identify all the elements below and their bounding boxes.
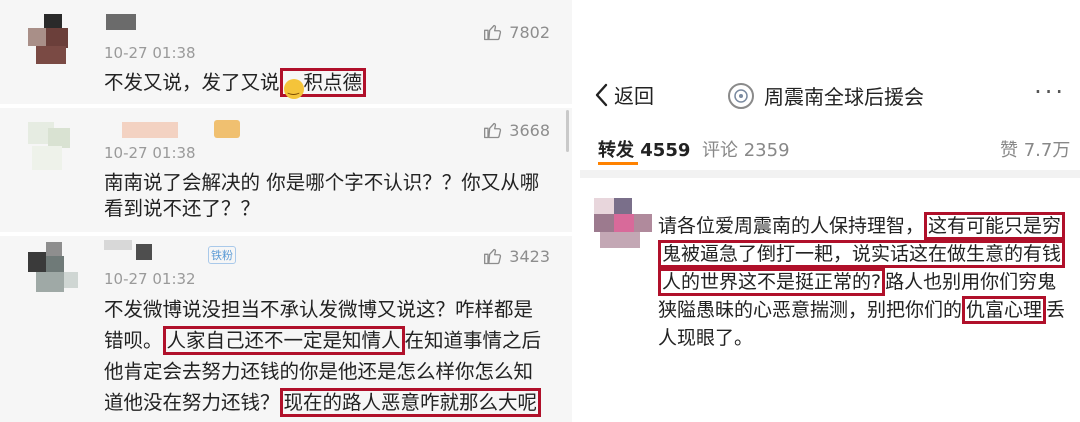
scrollbar[interactable] (566, 110, 569, 152)
active-tab-underline (598, 162, 638, 165)
thumbs-up-icon (484, 24, 502, 41)
divider (580, 170, 1080, 178)
badge-icon (214, 120, 240, 138)
comment-text: 南南说了会解决的 你是哪个字不认识？？你又从哪 看到说不还了？？ (104, 171, 540, 220)
tab-comment[interactable]: 评论 2359 (702, 136, 790, 162)
right-post-panel: 返回 周震南全球后援会 ··· 转发 4559 评论 2359 赞 7.7万 请… (580, 62, 1080, 422)
highlight-box: 现在的路人恶意咋就那么大呢 (279, 388, 542, 417)
like-count: 3668 (509, 120, 550, 140)
thumbs-up-icon (484, 248, 502, 265)
highlight-box: ‿ 积点德 (279, 68, 367, 99)
thumbs-up-icon (484, 122, 502, 139)
like-button[interactable]: 3668 (483, 120, 550, 140)
title-text: 周震南全球后援会 (764, 85, 924, 109)
post-text: 请各位爱周震南的人保持理智， 这有可能只是穷 鬼被逼急了倒打一耙，说实话这在做生意… (658, 212, 1078, 352)
fanclub-logo-icon (728, 82, 754, 109)
comment-item: 铁粉 10-27 01:32 3423 不发微博说没担当不承认发微博又说这？咋样… (0, 236, 572, 422)
like-button[interactable]: 3423 (483, 246, 550, 266)
back-label: 返回 (614, 84, 654, 108)
username-blurred[interactable] (136, 244, 152, 260)
avatar[interactable] (28, 14, 80, 66)
highlight-box: 这有可能只是穷 (924, 212, 1066, 240)
comment-time: 10-27 01:32 (104, 270, 196, 288)
tab-like[interactable]: 赞 7.7万 (1000, 136, 1070, 162)
back-button[interactable]: 返回 (594, 80, 654, 109)
comment-text: 不发微博说没担当不承认发微博又说这？咋样都是 错呗。 人家自己还不一定是知情人 在知… (104, 294, 541, 418)
grin-emoji-icon: ‿ (283, 79, 304, 99)
like-count: 7802 (509, 22, 550, 42)
avatar[interactable] (28, 122, 80, 174)
comment-item: 10-27 01:38 7802 不发又说，发了又说 ‿ 积点德 (0, 0, 572, 104)
like-count: 3423 (509, 246, 550, 266)
avatar[interactable] (28, 242, 80, 294)
comment-item: 10-27 01:38 3668 南南说了会解决的 你是哪个字不认识？？你又从哪… (0, 108, 572, 232)
username-blurred[interactable] (122, 122, 178, 138)
highlight-box: 鬼被逼急了倒打一耙，说实话这在做生意的有钱 (658, 240, 1066, 268)
highlight-box: 人的世界这不是挺正常的? (658, 268, 886, 296)
like-button[interactable]: 7802 (483, 22, 550, 42)
highlight-box: 仇富心理 (962, 296, 1047, 324)
chevron-left-icon (595, 83, 608, 106)
comment-time: 10-27 01:38 (104, 44, 196, 62)
highlight-box: 人家自己还不一定是知情人 (162, 326, 405, 355)
page-title: 周震南全球后援会 (728, 81, 924, 110)
tab-bar: 转发 4559 评论 2359 赞 7.7万 (580, 132, 1080, 168)
more-options-icon[interactable]: ··· (1034, 78, 1066, 106)
username-blurred[interactable] (106, 14, 136, 30)
comment-text: 不发又说，发了又说 ‿ 积点德 (104, 68, 367, 99)
left-comments-panel: 10-27 01:38 7802 不发又说，发了又说 ‿ 积点德 10-27 01:… (0, 0, 572, 422)
comment-time: 10-27 01:38 (104, 144, 196, 162)
username-blurred[interactable] (104, 240, 132, 250)
avatar[interactable] (594, 198, 652, 248)
top-nav-bar: 返回 周震南全球后援会 ··· (580, 62, 1080, 124)
tab-repost[interactable]: 转发 4559 (598, 136, 690, 162)
fan-badge: 铁粉 (208, 246, 236, 264)
